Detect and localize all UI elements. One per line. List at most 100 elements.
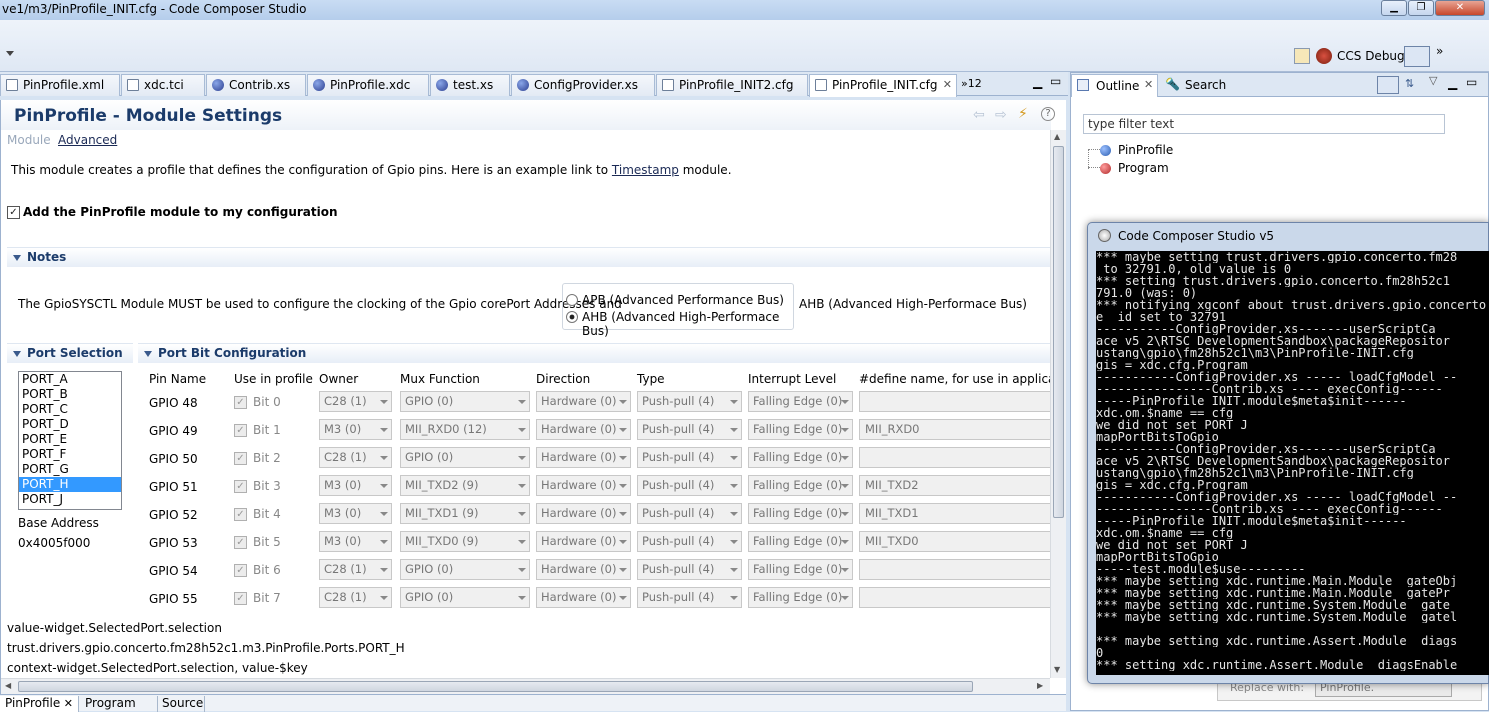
direction-select[interactable]: Hardware (0) xyxy=(536,447,631,468)
use-in-profile-checkbox[interactable]: ✓ xyxy=(234,396,247,409)
editor-vertical-scrollbar[interactable]: ▲ ▼ xyxy=(1050,130,1066,678)
interrupt-level-select[interactable]: Falling Edge (0) xyxy=(748,447,853,468)
editor-horizontal-scrollbar[interactable]: ◀ ▶ xyxy=(1,678,1050,694)
scroll-left-icon[interactable]: ◀ xyxy=(5,681,11,690)
type-select[interactable]: Push-pull (4) xyxy=(637,503,742,524)
type-select[interactable]: Push-pull (4) xyxy=(637,587,742,608)
scroll-down-icon[interactable]: ▼ xyxy=(1054,665,1060,674)
tab-search[interactable]: 🔦 Search xyxy=(1160,75,1242,97)
port-selection-header[interactable]: Port Selection xyxy=(7,343,133,363)
owner-select[interactable]: C28 (1) xyxy=(319,559,392,580)
toolbar-dropdown-icon[interactable] xyxy=(6,51,14,56)
close-tab-icon[interactable]: ✕ xyxy=(1144,78,1153,91)
tab-pinprofile-init2-cfg[interactable]: PinProfile_INIT2.cfg xyxy=(656,74,808,96)
sort-icon[interactable]: ⇅ xyxy=(1405,77,1414,90)
add-module-checkbox[interactable]: ✓ xyxy=(7,206,20,219)
maximize-view-icon[interactable]: ▭ xyxy=(1466,75,1477,89)
define-name-field[interactable] xyxy=(859,587,1051,608)
type-select[interactable]: Push-pull (4) xyxy=(637,447,742,468)
back-icon[interactable]: ⇦ xyxy=(973,107,985,123)
tab-outline[interactable]: Outline ✕ xyxy=(1071,74,1158,97)
interrupt-level-select[interactable]: Falling Edge (0) xyxy=(748,419,853,440)
close-tab-icon[interactable]: ✕ xyxy=(64,696,73,711)
tab-overflow[interactable]: »12 xyxy=(961,77,982,90)
tab-contrib-xs[interactable]: Contrib.xs xyxy=(206,74,306,96)
filter-input[interactable]: type filter text xyxy=(1083,114,1445,134)
open-perspective-icon[interactable] xyxy=(1294,48,1310,64)
owner-select[interactable]: M3 (0) xyxy=(319,503,392,524)
page-tab-pinprofile[interactable]: PinProfile ✕ xyxy=(0,696,79,712)
direction-select[interactable]: Hardware (0) xyxy=(536,559,631,580)
ahb-radio[interactable] xyxy=(566,311,578,323)
outline-item-program[interactable]: Program xyxy=(1100,161,1280,179)
outline-item-pinprofile[interactable]: PinProfile xyxy=(1100,143,1280,161)
tree-view-icon[interactable] xyxy=(1377,76,1399,94)
type-select[interactable]: Push-pull (4) xyxy=(637,559,742,580)
mux-function-select[interactable]: MII_TXD2 (9) xyxy=(400,475,530,496)
close-tab-icon[interactable]: ✕ xyxy=(943,75,952,95)
interrupt-level-select[interactable]: Falling Edge (0) xyxy=(748,531,853,552)
mux-function-select[interactable]: MII_TXD0 (9) xyxy=(400,531,530,552)
define-name-field[interactable]: MII_TXD2 xyxy=(859,475,1051,496)
tab-test-xs[interactable]: test.xs xyxy=(430,74,510,96)
owner-select[interactable]: C28 (1) xyxy=(319,587,392,608)
direction-select[interactable]: Hardware (0) xyxy=(536,419,631,440)
view-menu-icon[interactable]: ▽ xyxy=(1429,74,1437,87)
apb-radio[interactable] xyxy=(566,294,578,306)
tab-xdc-tci[interactable]: xdc.tci xyxy=(121,74,205,96)
tab-pinprofile-xml[interactable]: PinProfile.xml xyxy=(0,74,120,96)
scrollbar-thumb[interactable] xyxy=(1053,146,1064,518)
use-in-profile-checkbox[interactable]: ✓ xyxy=(234,452,247,465)
use-in-profile-checkbox[interactable]: ✓ xyxy=(234,508,247,521)
module-link[interactable]: Module xyxy=(7,133,51,147)
minimize-editor-icon[interactable]: ▁ xyxy=(1033,75,1042,89)
tab-configprovider-xs[interactable]: ConfigProvider.xs xyxy=(511,74,655,96)
scroll-up-icon[interactable]: ▲ xyxy=(1054,132,1060,141)
direction-select[interactable]: Hardware (0) xyxy=(536,391,631,412)
mux-function-select[interactable]: GPIO (0) xyxy=(400,587,530,608)
type-select[interactable]: Push-pull (4) xyxy=(637,475,742,496)
maximize-editor-icon[interactable]: ▭ xyxy=(1050,74,1061,88)
console-output[interactable]: *** maybe setting trust.drivers.gpio.con… xyxy=(1096,251,1489,675)
help-icon[interactable]: ? xyxy=(1041,107,1055,121)
interrupt-level-select[interactable]: Falling Edge (0) xyxy=(748,503,853,524)
type-select[interactable]: Push-pull (4) xyxy=(637,419,742,440)
interrupt-level-select[interactable]: Falling Edge (0) xyxy=(748,391,853,412)
list-item[interactable]: PORT_A xyxy=(19,372,121,387)
mux-function-select[interactable]: MII_TXD1 (9) xyxy=(400,503,530,524)
close-window-button[interactable]: ✕ xyxy=(1435,0,1485,16)
owner-select[interactable]: M3 (0) xyxy=(319,419,392,440)
notes-section-header[interactable]: Notes xyxy=(7,247,1051,267)
use-in-profile-checkbox[interactable]: ✓ xyxy=(234,480,247,493)
type-select[interactable]: Push-pull (4) xyxy=(637,391,742,412)
perspective-overflow[interactable]: » xyxy=(1436,44,1443,58)
minimize-view-icon[interactable]: ▁ xyxy=(1448,76,1457,90)
tab-pinprofile-init-cfg[interactable]: PinProfile_INIT.cfg ✕ xyxy=(809,74,957,97)
tab-pinprofile-xdc[interactable]: PinProfile.xdc xyxy=(307,74,429,96)
page-tab-program[interactable]: Program xyxy=(80,696,158,712)
type-select[interactable]: Push-pull (4) xyxy=(637,531,742,552)
mux-function-select[interactable]: GPIO (0) xyxy=(400,391,530,412)
define-name-field[interactable]: MII_TXD0 xyxy=(859,531,1051,552)
forward-icon[interactable]: ⇨ xyxy=(995,107,1007,123)
scrollbar-thumb[interactable] xyxy=(18,681,973,692)
mux-function-select[interactable]: MII_RXD0 (12) xyxy=(400,419,530,440)
define-name-field[interactable]: MII_RXD0 xyxy=(859,419,1051,440)
interrupt-level-select[interactable]: Falling Edge (0) xyxy=(748,587,853,608)
perspective-label[interactable]: CCS Debug xyxy=(1337,49,1405,63)
use-in-profile-checkbox[interactable]: ✓ xyxy=(234,536,247,549)
define-name-field[interactable] xyxy=(859,447,1051,468)
owner-select[interactable]: C28 (1) xyxy=(319,447,392,468)
define-name-field[interactable]: MII_TXD1 xyxy=(859,503,1051,524)
direction-select[interactable]: Hardware (0) xyxy=(536,531,631,552)
port-bit-config-header[interactable]: Port Bit Configuration xyxy=(138,343,1051,363)
maximize-button[interactable]: ❐ xyxy=(1408,0,1434,16)
advanced-link[interactable]: Advanced xyxy=(58,133,117,147)
owner-select[interactable]: M3 (0) xyxy=(319,531,392,552)
direction-select[interactable]: Hardware (0) xyxy=(536,475,631,496)
owner-select[interactable]: C28 (1) xyxy=(319,391,392,412)
use-in-profile-checkbox[interactable]: ✓ xyxy=(234,592,247,605)
owner-select[interactable]: M3 (0) xyxy=(319,475,392,496)
scroll-right-icon[interactable]: ▶ xyxy=(1037,681,1043,690)
interrupt-level-select[interactable]: Falling Edge (0) xyxy=(748,559,853,580)
